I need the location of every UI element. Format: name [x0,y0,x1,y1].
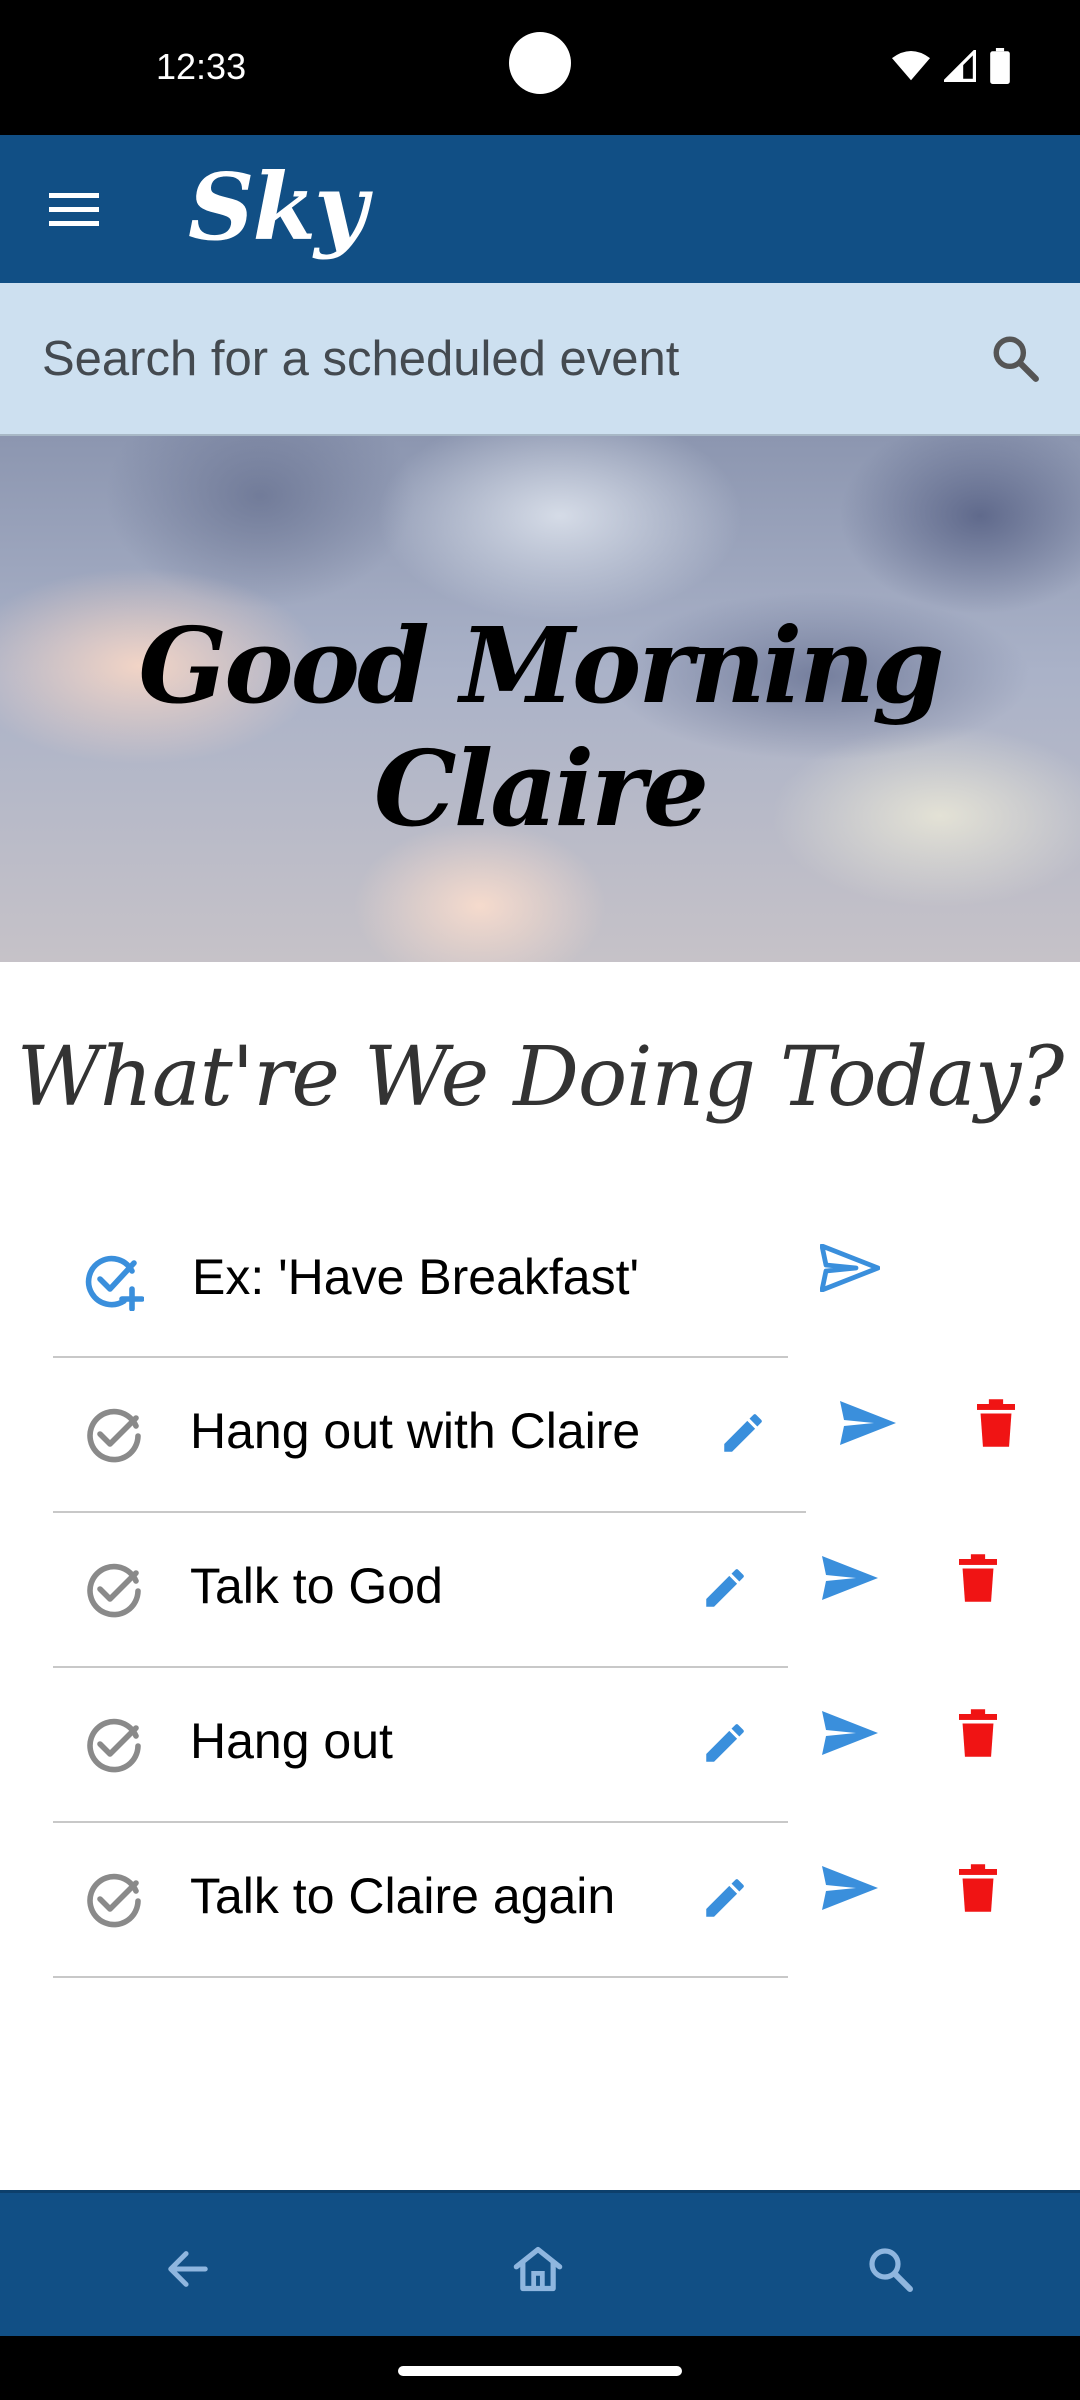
pencil-icon [706,1724,744,1762]
check-circle-icon[interactable] [84,1561,144,1621]
system-gesture-bar [0,2336,1080,2400]
nav-search-button[interactable] [850,2229,930,2309]
section-title: What're We Doing Today? [16,1030,1065,1125]
send-icon [822,1711,878,1755]
trash-icon [977,1399,1015,1447]
home-icon [513,2246,563,2292]
search-bar [0,283,1080,436]
task-row: Talk to God [0,1513,1080,1668]
status-icons [892,48,1010,84]
edit-task-button[interactable] [690,1553,760,1623]
delete-task-button[interactable] [948,1698,1008,1768]
delete-task-button[interactable] [966,1388,1026,1458]
camera-cutout [509,32,571,94]
trash-icon [959,1554,997,1602]
app-bar: Sky [0,135,1080,283]
task-label: Hang out [190,1713,393,1769]
wifi-icon [892,50,930,81]
app-logo: Sky [188,153,368,261]
signal-icon [944,50,976,82]
send-icon [820,1244,880,1292]
home-gesture-handle[interactable] [398,2366,682,2376]
pencil-icon [706,1879,744,1917]
task-label: Talk to God [190,1558,443,1614]
search-input[interactable] [40,323,964,395]
send-icon [840,1401,896,1445]
send-task-button[interactable] [810,1543,890,1613]
search-icon [993,336,1039,382]
pencil-icon [706,1569,744,1607]
send-new-task-button[interactable] [810,1233,890,1303]
search-button[interactable] [980,323,1050,393]
hero-banner: Good Morning Claire [0,436,1080,962]
edit-task-button[interactable] [690,1708,760,1778]
trash-icon [959,1709,997,1757]
delete-task-button[interactable] [948,1543,1008,1613]
check-circle-icon[interactable] [84,1871,144,1931]
send-task-button[interactable] [828,1388,908,1458]
add-task-check-icon [85,1255,144,1311]
task-row: Talk to Claire again [0,1823,1080,1978]
delete-task-button[interactable] [948,1853,1008,1923]
new-task-row [0,1203,1080,1358]
nav-back-button[interactable] [148,2229,228,2309]
pencil-icon [724,1414,762,1452]
battery-icon [990,48,1010,84]
task-row: Hang out [0,1668,1080,1823]
search-icon [869,2248,913,2292]
hamburger-menu-icon [49,193,99,226]
edit-task-button[interactable] [708,1398,778,1468]
task-row: Hang out with Claire [0,1358,1080,1513]
trash-icon [959,1864,997,1912]
greeting-heading: Good Morning Claire [138,604,944,850]
new-task-input[interactable] [190,1241,754,1313]
send-task-button[interactable] [810,1853,890,1923]
check-circle-icon[interactable] [84,1716,144,1776]
row-divider [53,1976,788,1978]
task-label: Hang out with Claire [190,1403,641,1459]
send-icon [822,1866,878,1910]
edit-task-button[interactable] [690,1863,760,1933]
send-icon [822,1556,878,1600]
menu-button[interactable] [44,179,104,239]
send-task-button[interactable] [810,1698,890,1768]
status-bar: 12:33 [0,0,1080,135]
task-label: Talk to Claire again [190,1868,616,1924]
check-circle-icon[interactable] [84,1406,144,1466]
status-time: 12:33 [156,46,247,87]
arrow-back-icon [168,2251,208,2287]
bottom-nav [0,2190,1080,2336]
nav-home-button[interactable] [498,2229,578,2309]
